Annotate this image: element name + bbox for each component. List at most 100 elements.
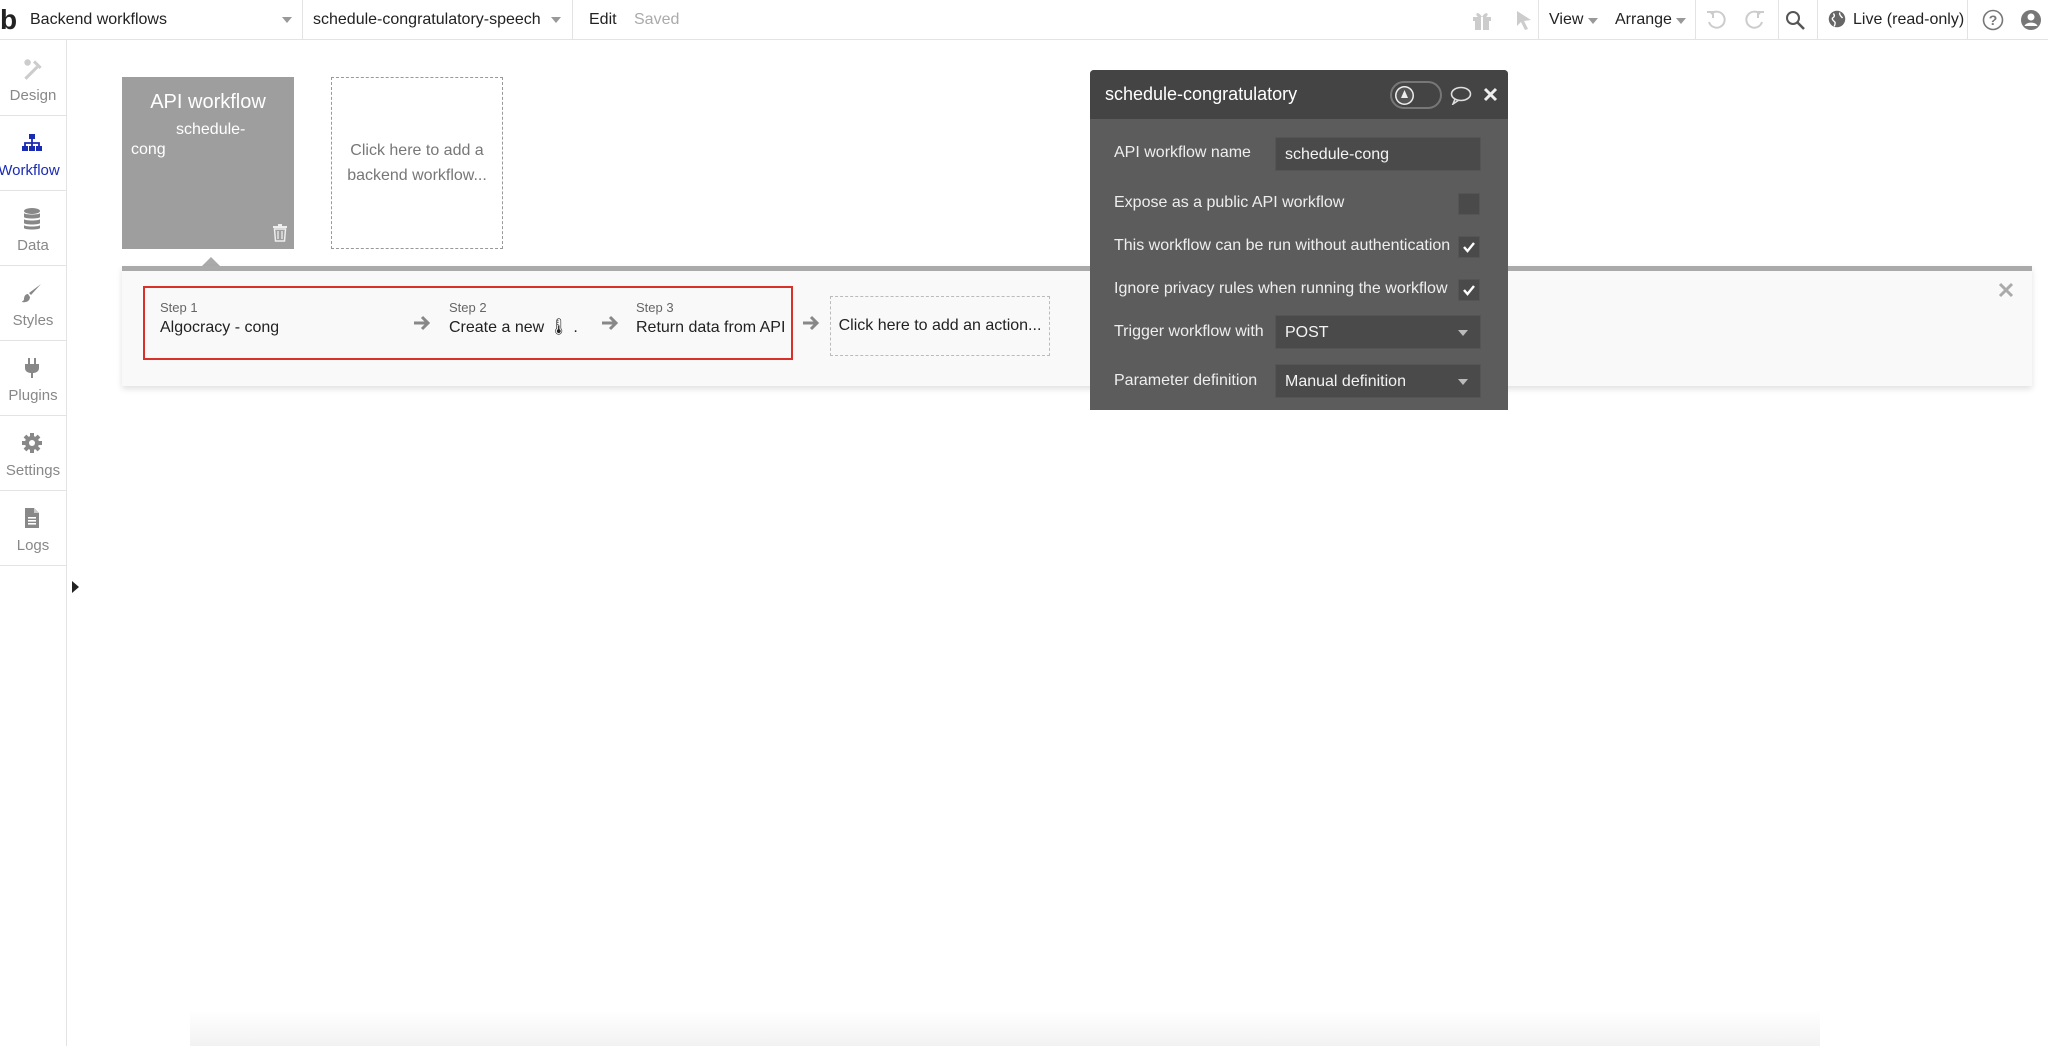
trigger-method-dropdown[interactable]: POST: [1275, 315, 1481, 349]
data-icon: [24, 208, 40, 230]
workflow-card-title: API workflow: [150, 91, 266, 113]
sidebar-item-label: Design: [9, 87, 57, 104]
comment-icon[interactable]: [1450, 85, 1472, 110]
edit-menu[interactable]: Edit: [589, 0, 617, 39]
sidebar-expand-arrow-icon[interactable]: [72, 581, 79, 593]
no-auth-checkbox[interactable]: [1458, 236, 1480, 258]
sidebar-item-styles[interactable]: Styles: [0, 265, 66, 340]
workflow-card-name: schedule-cong: [131, 121, 246, 158]
ignore-privacy-checkbox[interactable]: [1458, 279, 1480, 301]
sidebar-item-label: Plugins: [8, 387, 58, 404]
expose-public-label: Expose as a public API workflow: [1114, 194, 1345, 211]
divider: [1967, 0, 1968, 39]
divider: [1817, 0, 1818, 39]
panel-title: schedule-congratulatory: [1105, 84, 1298, 104]
help-icon[interactable]: ?: [1981, 8, 2005, 32]
save-status: Saved: [634, 11, 680, 28]
no-auth-label: This workflow can be run without authent…: [1114, 237, 1451, 254]
sidebar-item-label: Settings: [5, 462, 61, 479]
chevron-down-icon: [1676, 18, 1686, 24]
divider: [302, 0, 303, 39]
divider: [0, 565, 66, 566]
globe-icon: [1826, 8, 1850, 32]
left-sidebar: Design Workflow Data Styles Plugins Sett…: [0, 40, 79, 1046]
selected-pointer: [202, 257, 220, 266]
gift-icon[interactable]: [1470, 8, 1494, 32]
step-number: Step 3: [636, 300, 674, 315]
redo-icon[interactable]: [1743, 8, 1767, 32]
sidebar-item-label: Workflow: [0, 162, 60, 179]
workflow-selector[interactable]: schedule-congratulatory-speech: [313, 0, 569, 39]
trigger-label: Trigger workflow with: [1114, 323, 1264, 340]
chevron-down-icon: [1458, 379, 1468, 385]
gear-icon: [22, 433, 42, 453]
sidebar-item-workflow[interactable]: Workflow: [0, 115, 66, 190]
page-selector[interactable]: Backend workflows: [30, 0, 296, 39]
sidebar-item-label: Styles: [12, 312, 54, 329]
api-workflow-name-label: API workflow name: [1114, 144, 1251, 161]
add-action-button[interactable]: Click here to add an action...: [830, 296, 1050, 356]
inspector-toggle[interactable]: [1390, 81, 1442, 109]
workflow-properties-panel: schedule-congratulatory API workflow nam…: [1090, 70, 1508, 410]
document-icon: [25, 508, 39, 528]
view-menu[interactable]: View: [1549, 0, 1583, 39]
undo-icon[interactable]: [1704, 8, 1728, 32]
live-version-selector[interactable]: Live (read-only): [1853, 0, 1964, 39]
parameter-definition-dropdown[interactable]: Manual definition: [1275, 364, 1481, 398]
divider: [1778, 0, 1779, 39]
step-1[interactable]: Step 1 Algocracy - congr: [160, 300, 278, 339]
chevron-down-icon: [551, 17, 561, 23]
divider: [1538, 0, 1539, 39]
step-number: Step 1: [160, 300, 198, 315]
sidebar-item-label: Data: [17, 237, 49, 254]
step-name: Return data from API: [636, 319, 786, 336]
arrow-right-icon: [802, 314, 820, 337]
divider: [572, 0, 573, 39]
step-2[interactable]: Step 2 Create a new 🌡 ..: [449, 300, 579, 339]
bubble-logo[interactable]: b: [0, 4, 22, 36]
api-workflow-name-input[interactable]: schedule-cong: [1275, 137, 1481, 171]
user-icon: [1396, 87, 1413, 104]
close-icon[interactable]: [1483, 87, 1498, 107]
chevron-down-icon: [282, 17, 292, 23]
parameter-definition-label: Parameter definition: [1114, 372, 1258, 389]
account-icon[interactable]: [2019, 8, 2043, 32]
parameter-definition-value: Manual definition: [1285, 373, 1406, 390]
add-backend-workflow-card[interactable]: Click here to add a backend workflow...: [331, 77, 503, 249]
sidebar-item-data[interactable]: Data: [0, 190, 66, 265]
arrow-right-icon: [601, 314, 619, 337]
search-icon[interactable]: [1783, 8, 1807, 32]
step-name: Algocracy - congr: [160, 319, 278, 336]
sidebar-item-label: Logs: [16, 537, 50, 554]
divider: [1695, 0, 1696, 39]
page-selector-label: Backend workflows: [30, 10, 167, 28]
trigger-method-value: POST: [1285, 324, 1329, 341]
checkmark-icon: [1463, 285, 1475, 296]
arrow-right-icon: [413, 314, 431, 337]
trash-icon[interactable]: [272, 224, 288, 247]
top-bar: b Backend workflows schedule-congratulat…: [0, 0, 2048, 40]
step-3[interactable]: Step 3 Return data from API: [636, 300, 786, 339]
ignore-privacy-label: Ignore privacy rules when running the wo…: [1114, 280, 1448, 297]
workflow-icon: [22, 134, 42, 151]
sidebar-item-logs[interactable]: Logs: [0, 490, 66, 565]
brush-icon: [22, 284, 41, 303]
design-icon: [24, 59, 42, 80]
workflow-selector-label: schedule-congratulatory-speech: [313, 10, 541, 28]
checkmark-icon: [1463, 242, 1475, 253]
step-number: Step 2: [449, 300, 487, 315]
step-name: Create a new 🌡 ..: [449, 319, 579, 336]
panel-header[interactable]: schedule-congratulatory: [1090, 70, 1508, 119]
toggle-knob: [1395, 86, 1414, 105]
sidebar-item-plugins[interactable]: Plugins: [0, 340, 66, 415]
chevron-down-icon: [1588, 18, 1598, 24]
sidebar-item-settings[interactable]: Settings: [0, 415, 66, 490]
close-icon[interactable]: [1998, 282, 2014, 303]
sidebar-item-design[interactable]: Design: [0, 40, 66, 115]
expose-public-checkbox[interactable]: [1458, 193, 1480, 215]
api-workflow-card[interactable]: API workflow schedule-cong: [122, 77, 294, 249]
cursor-icon[interactable]: [1512, 8, 1536, 32]
svg-text:?: ?: [1989, 12, 1998, 28]
arrange-menu[interactable]: Arrange: [1615, 0, 1672, 39]
canvas-shadow: [190, 1010, 1820, 1046]
